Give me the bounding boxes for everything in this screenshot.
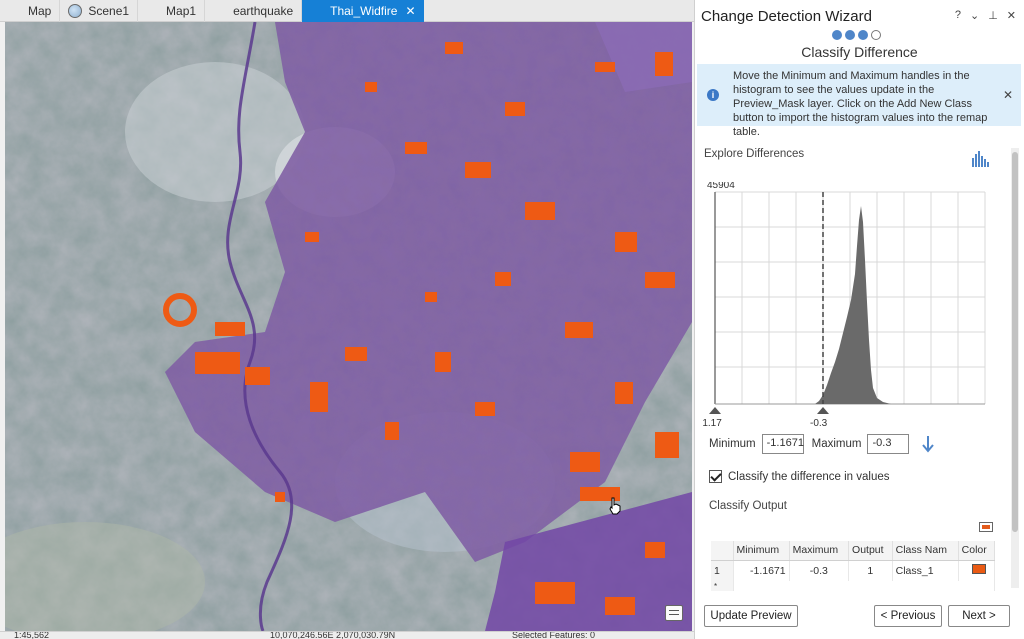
minimum-label: Minimum (709, 438, 756, 450)
pane-title: Change Detection Wizard (701, 8, 872, 25)
class-name-cell[interactable]: Class_1 (892, 560, 959, 581)
arrow-down-icon[interactable] (921, 435, 935, 453)
classify-output-title: Classify Output (709, 500, 787, 512)
next-button[interactable]: Next > (948, 605, 1010, 627)
histogram-max-count: 45904 (707, 182, 735, 191)
tab-thai-widfire[interactable]: Thai_Widfire ✕ (302, 0, 424, 40)
histogram-icon[interactable] (971, 148, 991, 168)
table-header[interactable]: Output (848, 541, 893, 561)
new-row-marker: * (711, 581, 734, 591)
status-bar: 1:45,562 10,070,246.56E 2,070,030.79N Se… (0, 631, 694, 639)
step-dot (845, 30, 855, 40)
info-icon: i (707, 89, 719, 101)
update-preview-button[interactable]: Update Preview (704, 605, 798, 627)
color-cell[interactable] (958, 560, 996, 581)
chevron-down-icon[interactable]: ⌄ (970, 9, 979, 22)
minimum-input[interactable]: -1.1671 (761, 434, 804, 454)
step-indicator (832, 30, 881, 40)
table-row[interactable]: 1 -1.1671 -0.3 1 Class_1 (711, 560, 996, 581)
table-header[interactable]: Minimum (733, 541, 790, 561)
globe-icon (68, 4, 83, 18)
tab-label: Map (28, 4, 52, 18)
table-header-row: Minimum Maximum Output Class Nam Color (711, 541, 996, 561)
difference-histogram[interactable]: 45904 -1.17 -0.3 (703, 182, 997, 436)
maximum-input[interactable]: -0.3 (867, 434, 910, 454)
pane-scrollbar[interactable] (1011, 148, 1019, 588)
previous-button[interactable]: < Previous (874, 605, 942, 627)
step-dot (832, 30, 842, 40)
change-detection-wizard-pane: Change Detection Wizard ? ⌄ ⊥ ✕ Classify… (694, 0, 1024, 639)
histogram-max-tick: -0.3 (810, 418, 828, 429)
histogram-min-tick: -1.17 (703, 418, 722, 429)
table-header[interactable]: Class Nam (892, 541, 959, 561)
minimum-handle[interactable] (709, 407, 721, 414)
classify-checkbox[interactable] (709, 470, 722, 483)
close-icon[interactable]: ✕ (1003, 88, 1013, 102)
explore-differences-title: Explore Differences (704, 148, 805, 160)
row-index: 1 (711, 560, 734, 581)
coordinate-readout: 10,070,246.56E 2,070,030.79N (270, 631, 396, 639)
tab-label: Map1 (166, 4, 197, 18)
hand-cursor-icon (609, 497, 621, 515)
minimum-cell[interactable]: -1.1671 (733, 560, 790, 581)
table-header (711, 541, 734, 561)
table-row-new[interactable]: * (711, 581, 995, 591)
step-title: Classify Difference (801, 44, 918, 60)
tab-label: Scene1 (88, 4, 130, 18)
maximum-label: Maximum (811, 438, 862, 450)
step-dot (858, 30, 868, 40)
map-tab-bar: Map Scene1 Map1 earthquake Thai_Widfire … (0, 0, 694, 40)
info-text: Move the Minimum and Maximum handles in … (733, 70, 988, 138)
selected-features: Selected Features: 0 (512, 631, 596, 639)
help-icon[interactable]: ? (955, 9, 961, 22)
tab-label: Thai_Widfire (330, 4, 398, 18)
close-icon[interactable]: ✕ (1007, 9, 1016, 22)
satellite-imagery (5, 22, 692, 631)
pin-icon[interactable]: ⊥ (988, 9, 998, 22)
classify-checkbox-label: Classify the difference in values (728, 470, 890, 483)
remap-table: Minimum Maximum Output Class Nam Color 1… (711, 541, 996, 591)
add-class-icon[interactable] (979, 522, 993, 532)
tab-map[interactable]: Map (0, 0, 61, 40)
wizard-content: Explore Differences 45904 1.17 -0.3 Mini… (697, 130, 1021, 596)
pane-controls: ? ⌄ ⊥ ✕ (955, 9, 1016, 22)
step-dot (871, 30, 881, 40)
output-cell[interactable]: 1 (848, 560, 893, 581)
map-comments-icon[interactable] (665, 605, 683, 621)
map-view[interactable] (5, 22, 692, 631)
color-swatch[interactable] (971, 564, 986, 575)
classify-checkbox-row[interactable]: Classify the difference in values (709, 470, 890, 483)
maximum-handle[interactable] (817, 407, 829, 414)
scrollbar-thumb[interactable] (1012, 152, 1018, 532)
maximum-cell[interactable]: -0.3 (789, 560, 850, 581)
close-icon[interactable]: ✕ (405, 4, 415, 18)
table-header[interactable]: Maximum (789, 541, 850, 561)
tab-map1[interactable]: Map1 (138, 0, 206, 40)
tab-scene1[interactable]: Scene1 (60, 0, 139, 22)
table-header[interactable]: Color (958, 541, 996, 561)
new-row[interactable] (733, 581, 995, 591)
tab-label: earthquake (233, 4, 294, 18)
tab-earthquake[interactable]: earthquake (205, 0, 303, 40)
scale-readout[interactable]: 1:45,562 (14, 632, 49, 639)
info-banner: i Move the Minimum and Maximum handles i… (697, 64, 1021, 138)
